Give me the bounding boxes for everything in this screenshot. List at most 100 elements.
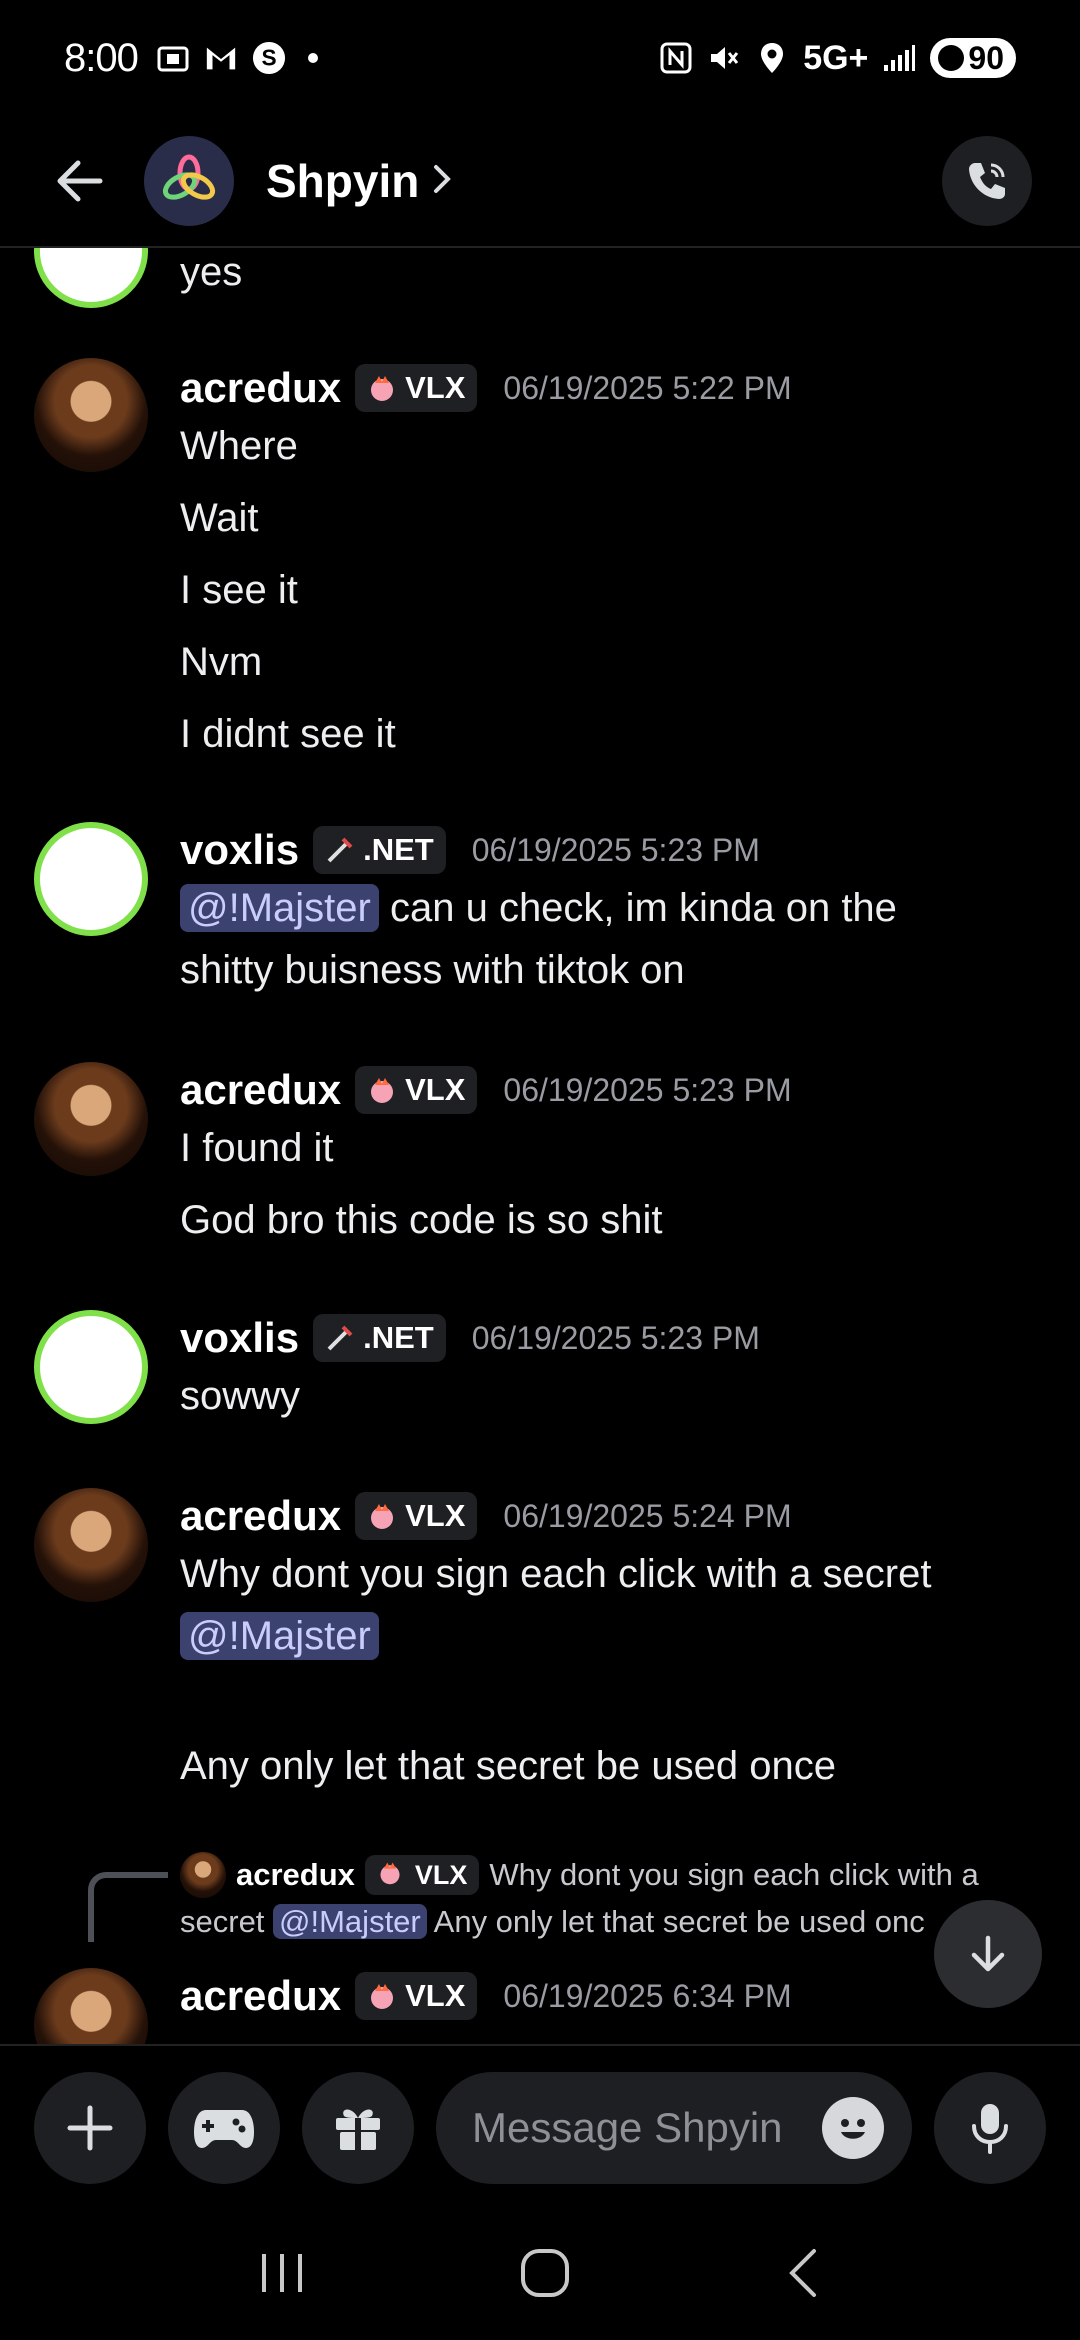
sword-icon [325, 835, 355, 865]
message-header: voxlis .NET 06/19/2025 5:23 PM [180, 826, 760, 874]
avatar[interactable] [34, 358, 148, 472]
reply-preview[interactable]: acredux VLX Why dont you sign each click… [180, 1852, 979, 1898]
timestamp: 06/19/2025 5:22 PM [503, 369, 792, 406]
home-icon [520, 2248, 569, 2297]
username[interactable]: acredux [180, 1492, 341, 1540]
back-button[interactable] [40, 141, 120, 221]
guild-tag[interactable]: VLX [355, 1492, 478, 1540]
user-mention[interactable]: @!Majster [180, 1612, 379, 1660]
message-list[interactable]: yes acredux VLX 06/19/2025 5:22 PM Where… [0, 248, 1080, 2044]
avatar[interactable] [34, 1310, 148, 1424]
username[interactable]: acredux [180, 364, 341, 412]
recent-apps-icon [261, 2253, 302, 2292]
flower-logo-icon [162, 154, 216, 200]
message-header: acredux VLX 06/19/2025 5:23 PM [180, 1066, 792, 1114]
s-app-icon: S [252, 41, 286, 75]
avatar[interactable] [34, 822, 148, 936]
emoji-button[interactable] [822, 2097, 884, 2159]
guild-tag: VLX [364, 1855, 480, 1895]
nav-back-button[interactable] [778, 2243, 828, 2308]
chevron-right-icon[interactable] [431, 162, 453, 201]
mute-icon [707, 41, 741, 75]
microphone-icon [972, 2104, 1008, 2154]
message-line: Nvm [180, 640, 263, 684]
guild-tag[interactable]: VLX [355, 1972, 478, 2020]
battery-saver-icon [938, 45, 965, 71]
message-line: Any only let that secret be used once [180, 1744, 836, 1788]
message-line: @!Majster can u check, im kinda on the [180, 884, 897, 932]
guild-tag[interactable]: VLX [355, 364, 478, 412]
username[interactable]: acredux [180, 1066, 341, 1114]
arrow-left-icon [57, 160, 103, 202]
screenshot-icon [156, 41, 190, 75]
username[interactable]: voxlis [180, 1314, 299, 1362]
timestamp: 06/19/2025 5:24 PM [503, 1497, 792, 1534]
guild-tag-label: .NET [363, 832, 434, 867]
avatar[interactable] [34, 1062, 148, 1176]
channel-header: Shpyin [0, 116, 1080, 248]
recent-apps-button[interactable] [252, 2248, 312, 2303]
jump-to-latest-button[interactable] [934, 1900, 1042, 2008]
user-mention: @!Majster [273, 1904, 427, 1939]
avatar[interactable] [34, 1968, 148, 2044]
more-notifications-dot [307, 53, 318, 63]
timestamp: 06/19/2025 5:23 PM [503, 1071, 792, 1108]
timestamp: 06/19/2025 6:34 PM [503, 1977, 792, 2014]
reply-text: Why dont you sign each click with a [489, 1857, 979, 1892]
guild-tag-label: VLX [405, 370, 466, 405]
phone-icon [969, 163, 1005, 199]
reply-connector [88, 1872, 168, 1942]
message-line: Wait [180, 496, 259, 540]
activities-button[interactable] [168, 2072, 280, 2184]
message-line: @!Majster [180, 1612, 379, 1660]
channel-avatar[interactable] [144, 136, 234, 226]
system-navigation-bar [0, 2210, 1080, 2340]
message-line: sowwy [180, 1374, 301, 1418]
fire-pig-icon [367, 1981, 397, 2011]
message-line: I didnt see it [180, 712, 396, 756]
username[interactable]: acredux [180, 1972, 341, 2020]
fire-pig-icon [377, 1860, 407, 1890]
system-icons: 5G+ 90 [659, 38, 1016, 78]
arrow-down-icon [971, 1935, 1005, 1972]
network-type: 5G+ [803, 38, 869, 77]
gift-icon [336, 2109, 380, 2150]
message-line: yes [180, 250, 243, 294]
guild-tag[interactable]: .NET [313, 826, 446, 874]
gamepad-icon [194, 2110, 254, 2148]
message-header: acredux VLX 06/19/2025 5:24 PM [180, 1492, 792, 1540]
message-line: God bro this code is so shit [180, 1198, 663, 1242]
battery-indicator: 90 [930, 38, 1016, 78]
guild-tag[interactable]: .NET [313, 1314, 446, 1362]
message-text: can u check, im kinda on the [378, 886, 897, 930]
avatar [180, 1852, 226, 1898]
signal-icon [882, 41, 916, 75]
message-line: I see it [180, 568, 298, 612]
battery-level: 90 [968, 39, 1004, 76]
avatar[interactable] [34, 248, 148, 308]
location-icon [755, 41, 789, 75]
attach-button[interactable] [34, 2072, 146, 2184]
avatar[interactable] [34, 1488, 148, 1602]
guild-tag[interactable]: VLX [355, 1066, 478, 1114]
message-input[interactable]: Message Shpyin [436, 2072, 912, 2184]
user-mention[interactable]: @!Majster [180, 884, 379, 932]
channel-title[interactable]: Shpyin [266, 154, 419, 208]
message-line: Why dont you sign each click with a secr… [180, 1552, 932, 1596]
message-line: I found it [180, 1126, 334, 1170]
message-header: acredux VLX 06/19/2025 5:22 PM [180, 364, 792, 412]
status-bar: 8:00 S 5G+ 90 [0, 0, 1080, 116]
reply-text-line: secret @!Majster Any only let that secre… [180, 1904, 925, 1940]
back-chevron-icon [789, 2248, 817, 2297]
gift-button[interactable] [302, 2072, 414, 2184]
guild-tag-label: VLX [414, 1859, 468, 1890]
fire-pig-icon [367, 373, 397, 403]
voice-call-button[interactable] [942, 136, 1032, 226]
username[interactable]: voxlis [180, 826, 299, 874]
status-time: 8:00 [64, 35, 139, 80]
voice-message-button[interactable] [934, 2072, 1046, 2184]
guild-tag-label: VLX [405, 1978, 466, 2013]
smiley-icon [841, 2119, 865, 2139]
home-button[interactable] [515, 2243, 575, 2308]
reply-author: acredux [236, 1857, 355, 1892]
